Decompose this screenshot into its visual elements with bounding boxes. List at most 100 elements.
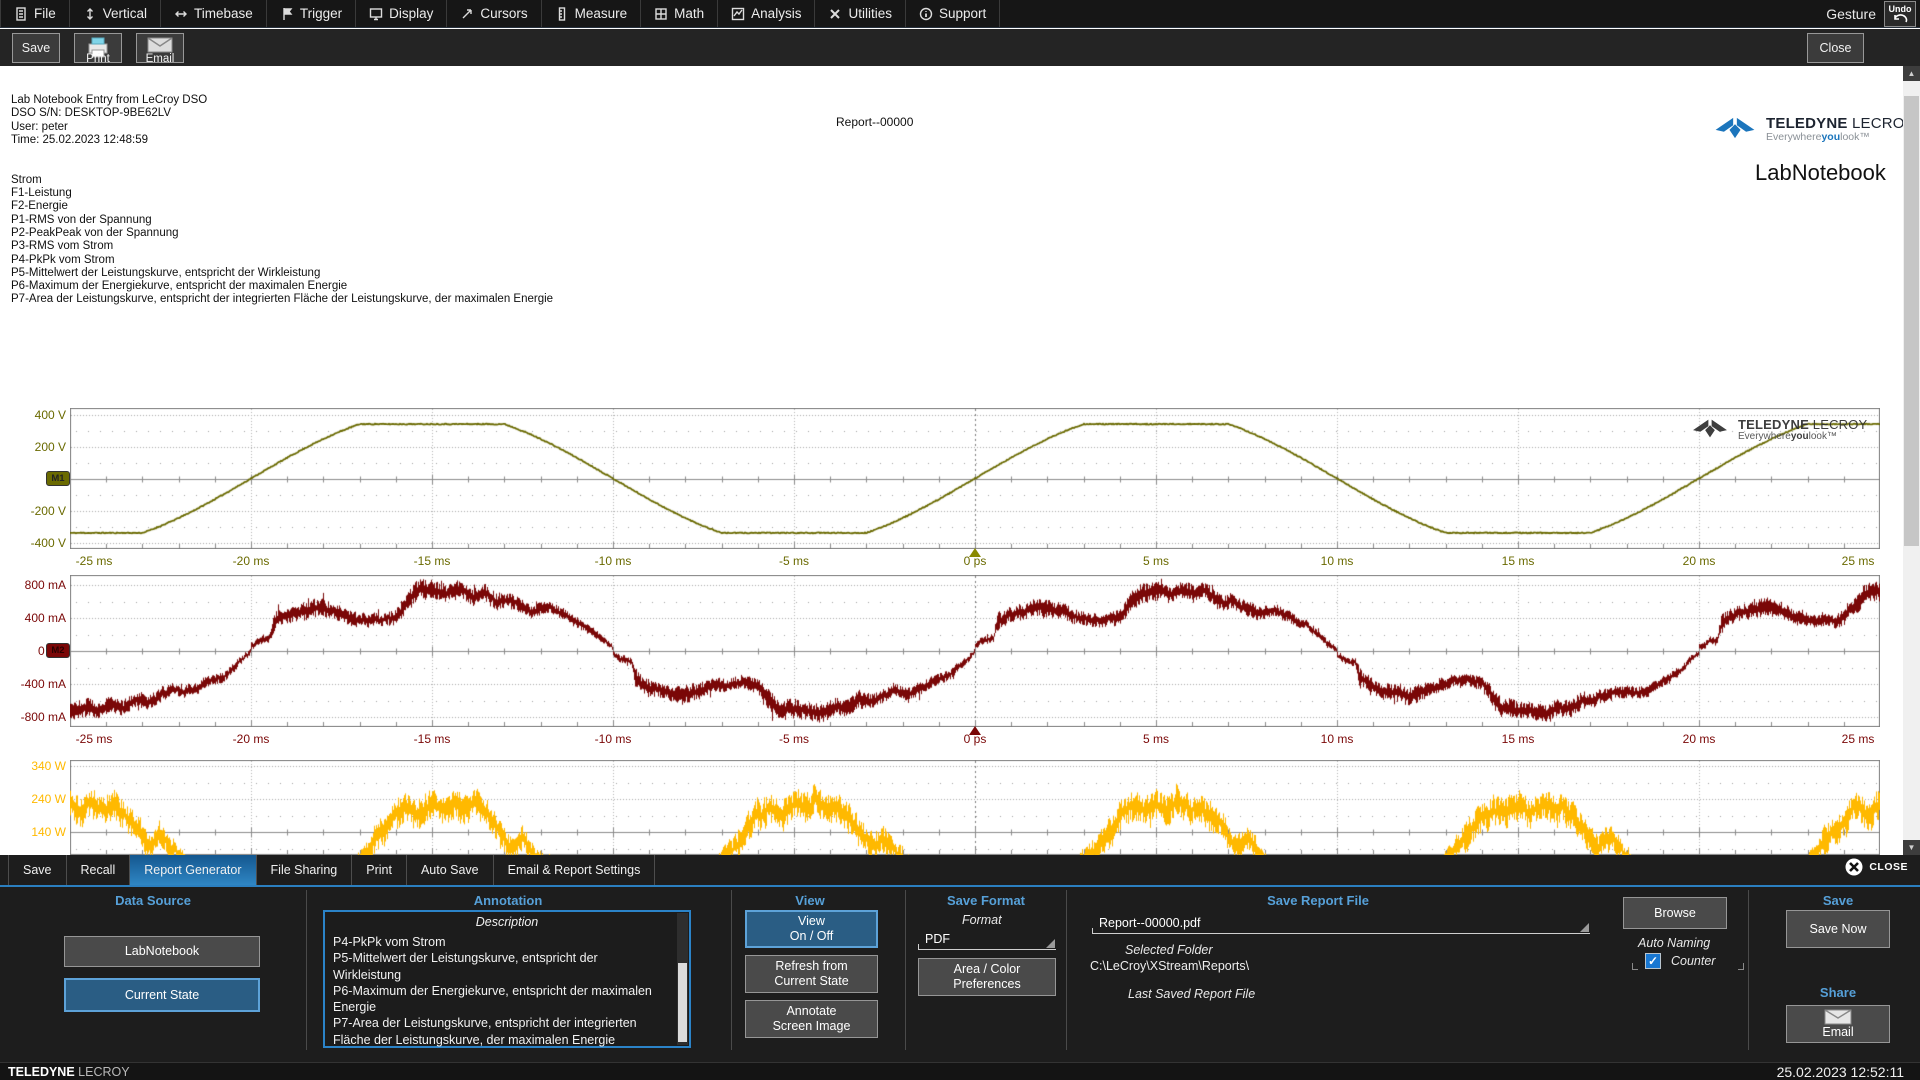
menu-item-display[interactable]: Display: [356, 0, 447, 27]
y-axis-label: -200 V: [2, 505, 66, 517]
email-button[interactable]: Email: [136, 33, 184, 63]
toolbar: Save Print Email Close: [0, 29, 1920, 66]
auto-naming-label: Auto Naming: [1638, 936, 1710, 950]
envelope-icon: [146, 36, 174, 54]
y-axis-label: -400 V: [2, 537, 66, 549]
browse-button[interactable]: Browse: [1623, 897, 1727, 929]
timebase-icon: [174, 7, 188, 21]
trace-marker-m2: M2: [46, 643, 70, 658]
labnotebook-button[interactable]: LabNotebook: [64, 936, 260, 967]
menu-item-support[interactable]: Support: [906, 0, 1000, 27]
share-email-button[interactable]: Email: [1786, 1005, 1890, 1043]
save-button[interactable]: Save: [12, 33, 60, 63]
brand-tagline: Everywhereyoulook™: [1738, 431, 1867, 442]
trace-marker-m1: M1: [46, 471, 70, 486]
annotate-screen-image-button[interactable]: AnnotateScreen Image: [745, 1000, 878, 1038]
x-axis-label: 10 ms: [1321, 554, 1354, 568]
selected-folder-path: C:\LeCroy\XStream\Reports\: [1090, 959, 1249, 973]
panel-close-button[interactable]: CLOSE: [1845, 858, 1908, 876]
x-axis-label: -25 ms: [76, 732, 113, 746]
x-axis-label: 20 ms: [1683, 554, 1716, 568]
brand-name: TELEDYNE LECROY: [1766, 116, 1915, 131]
area-color-preferences-button[interactable]: Area / ColorPreferences: [918, 958, 1056, 996]
x-axis-label: 25 ms: [1842, 554, 1875, 568]
annotation-scrollbar[interactable]: [677, 913, 688, 1045]
menu-item-measure[interactable]: Measure: [542, 0, 642, 27]
menu-item-cursors[interactable]: Cursors: [447, 0, 541, 27]
document-scrollbar[interactable]: ▲ ▼: [1903, 66, 1920, 855]
x-axis-label: -5 ms: [779, 554, 809, 568]
utilities-icon: [828, 7, 842, 21]
dropdown-corner-icon: [1580, 923, 1589, 932]
undo-button[interactable]: Undo: [1884, 1, 1916, 27]
save-title: Save: [1823, 893, 1853, 908]
y-axis-label: -800 mA: [2, 711, 66, 723]
report-header-text: Lab Notebook Entry from LeCroy DSO DSO S…: [11, 94, 553, 307]
dropdown-corner-icon: [1046, 939, 1055, 948]
view-title: View: [795, 893, 824, 908]
x-axis-label: 10 ms: [1321, 732, 1354, 746]
tab-auto-save[interactable]: Auto Save: [407, 855, 494, 885]
divider: [1066, 890, 1067, 1050]
teledyne-glyph-icon: [1690, 418, 1730, 439]
file-icon: [14, 7, 28, 21]
chart-watermark-logo: TELEDYNE LECROY Everywhereyoulook™: [1690, 418, 1867, 442]
current-state-button[interactable]: Current State: [64, 978, 260, 1012]
close-button[interactable]: Close: [1807, 33, 1864, 63]
menu-item-utilities[interactable]: Utilities: [815, 0, 906, 27]
display-icon: [369, 7, 383, 21]
report-filename-field[interactable]: Report--00000.pdf: [1092, 910, 1590, 934]
scrollbar-thumb[interactable]: [678, 963, 687, 1042]
menu-item-timebase[interactable]: Timebase: [161, 0, 267, 27]
statusbar: TELEDYNE LECROY 25.02.2023 12:52:11: [0, 1062, 1920, 1080]
tab-print[interactable]: Print: [352, 855, 407, 885]
counter-checkbox[interactable]: ✓: [1645, 953, 1661, 969]
view-on-off-button[interactable]: ViewOn / Off: [745, 910, 878, 948]
y-axis-label: 400 mA: [2, 612, 66, 624]
panel-tabs: SaveRecallReport GeneratorFile SharingPr…: [8, 855, 655, 885]
tab-recall[interactable]: Recall: [67, 855, 131, 885]
tab-save[interactable]: Save: [8, 855, 67, 885]
format-dropdown[interactable]: PDF: [918, 928, 1056, 950]
chart-current-trace: 800 mA400 mA0 mA-400 mA-800 mAM2-25 ms-2…: [0, 575, 1920, 749]
divider: [905, 890, 906, 1050]
menu-item-trigger[interactable]: Trigger: [267, 0, 356, 27]
menu-item-analysis[interactable]: Analysis: [718, 0, 815, 27]
x-axis-label: -25 ms: [76, 554, 113, 568]
menu-item-math[interactable]: Math: [641, 0, 718, 27]
vertical-icon: [83, 7, 97, 21]
tab-file-sharing[interactable]: File Sharing: [257, 855, 353, 885]
measure-icon: [555, 7, 569, 21]
scroll-up-button[interactable]: ▲: [1903, 66, 1920, 81]
selected-folder-label: Selected Folder: [1125, 943, 1213, 957]
menu-item-vertical[interactable]: Vertical: [70, 0, 161, 27]
y-axis-label: 400 V: [2, 409, 66, 421]
print-button[interactable]: Print: [74, 33, 122, 63]
x-axis-label: 5 ms: [1143, 732, 1169, 746]
undo-label: Undo: [1889, 4, 1912, 14]
scroll-down-button[interactable]: ▼: [1903, 840, 1920, 855]
y-axis-label: 240 W: [2, 793, 66, 805]
x-axis-label: -15 ms: [414, 732, 451, 746]
divider: [1748, 890, 1749, 1050]
scrollbar-thumb[interactable]: [1904, 96, 1919, 546]
save-now-button[interactable]: Save Now: [1786, 910, 1890, 948]
tab-email-report-settings[interactable]: Email & Report Settings: [494, 855, 656, 885]
x-axis-label: 15 ms: [1502, 554, 1535, 568]
chart-power-trace: 340 W240 W140 W: [0, 760, 1920, 855]
y-axis-label: 340 W: [2, 760, 66, 772]
menu-item-file[interactable]: File: [0, 0, 70, 27]
x-axis-label: 5 ms: [1143, 554, 1169, 568]
tab-underline: [0, 885, 1920, 887]
x-axis-label: 15 ms: [1502, 732, 1535, 746]
tab-report-generator[interactable]: Report Generator: [130, 855, 256, 885]
undo-arrow-icon: [1892, 14, 1908, 24]
envelope-icon: [1824, 1009, 1852, 1025]
annotation-textbox[interactable]: Description P4-PkPk vom Strom P5-Mittelw…: [323, 910, 691, 1048]
save-format-title: Save Format: [947, 893, 1025, 908]
counter-label: Counter: [1671, 954, 1715, 968]
refresh-from-current-state-button[interactable]: Refresh fromCurrent State: [745, 955, 878, 993]
divider: [731, 890, 732, 1050]
x-axis-label: -15 ms: [414, 554, 451, 568]
trigger-position-marker: [969, 548, 981, 557]
